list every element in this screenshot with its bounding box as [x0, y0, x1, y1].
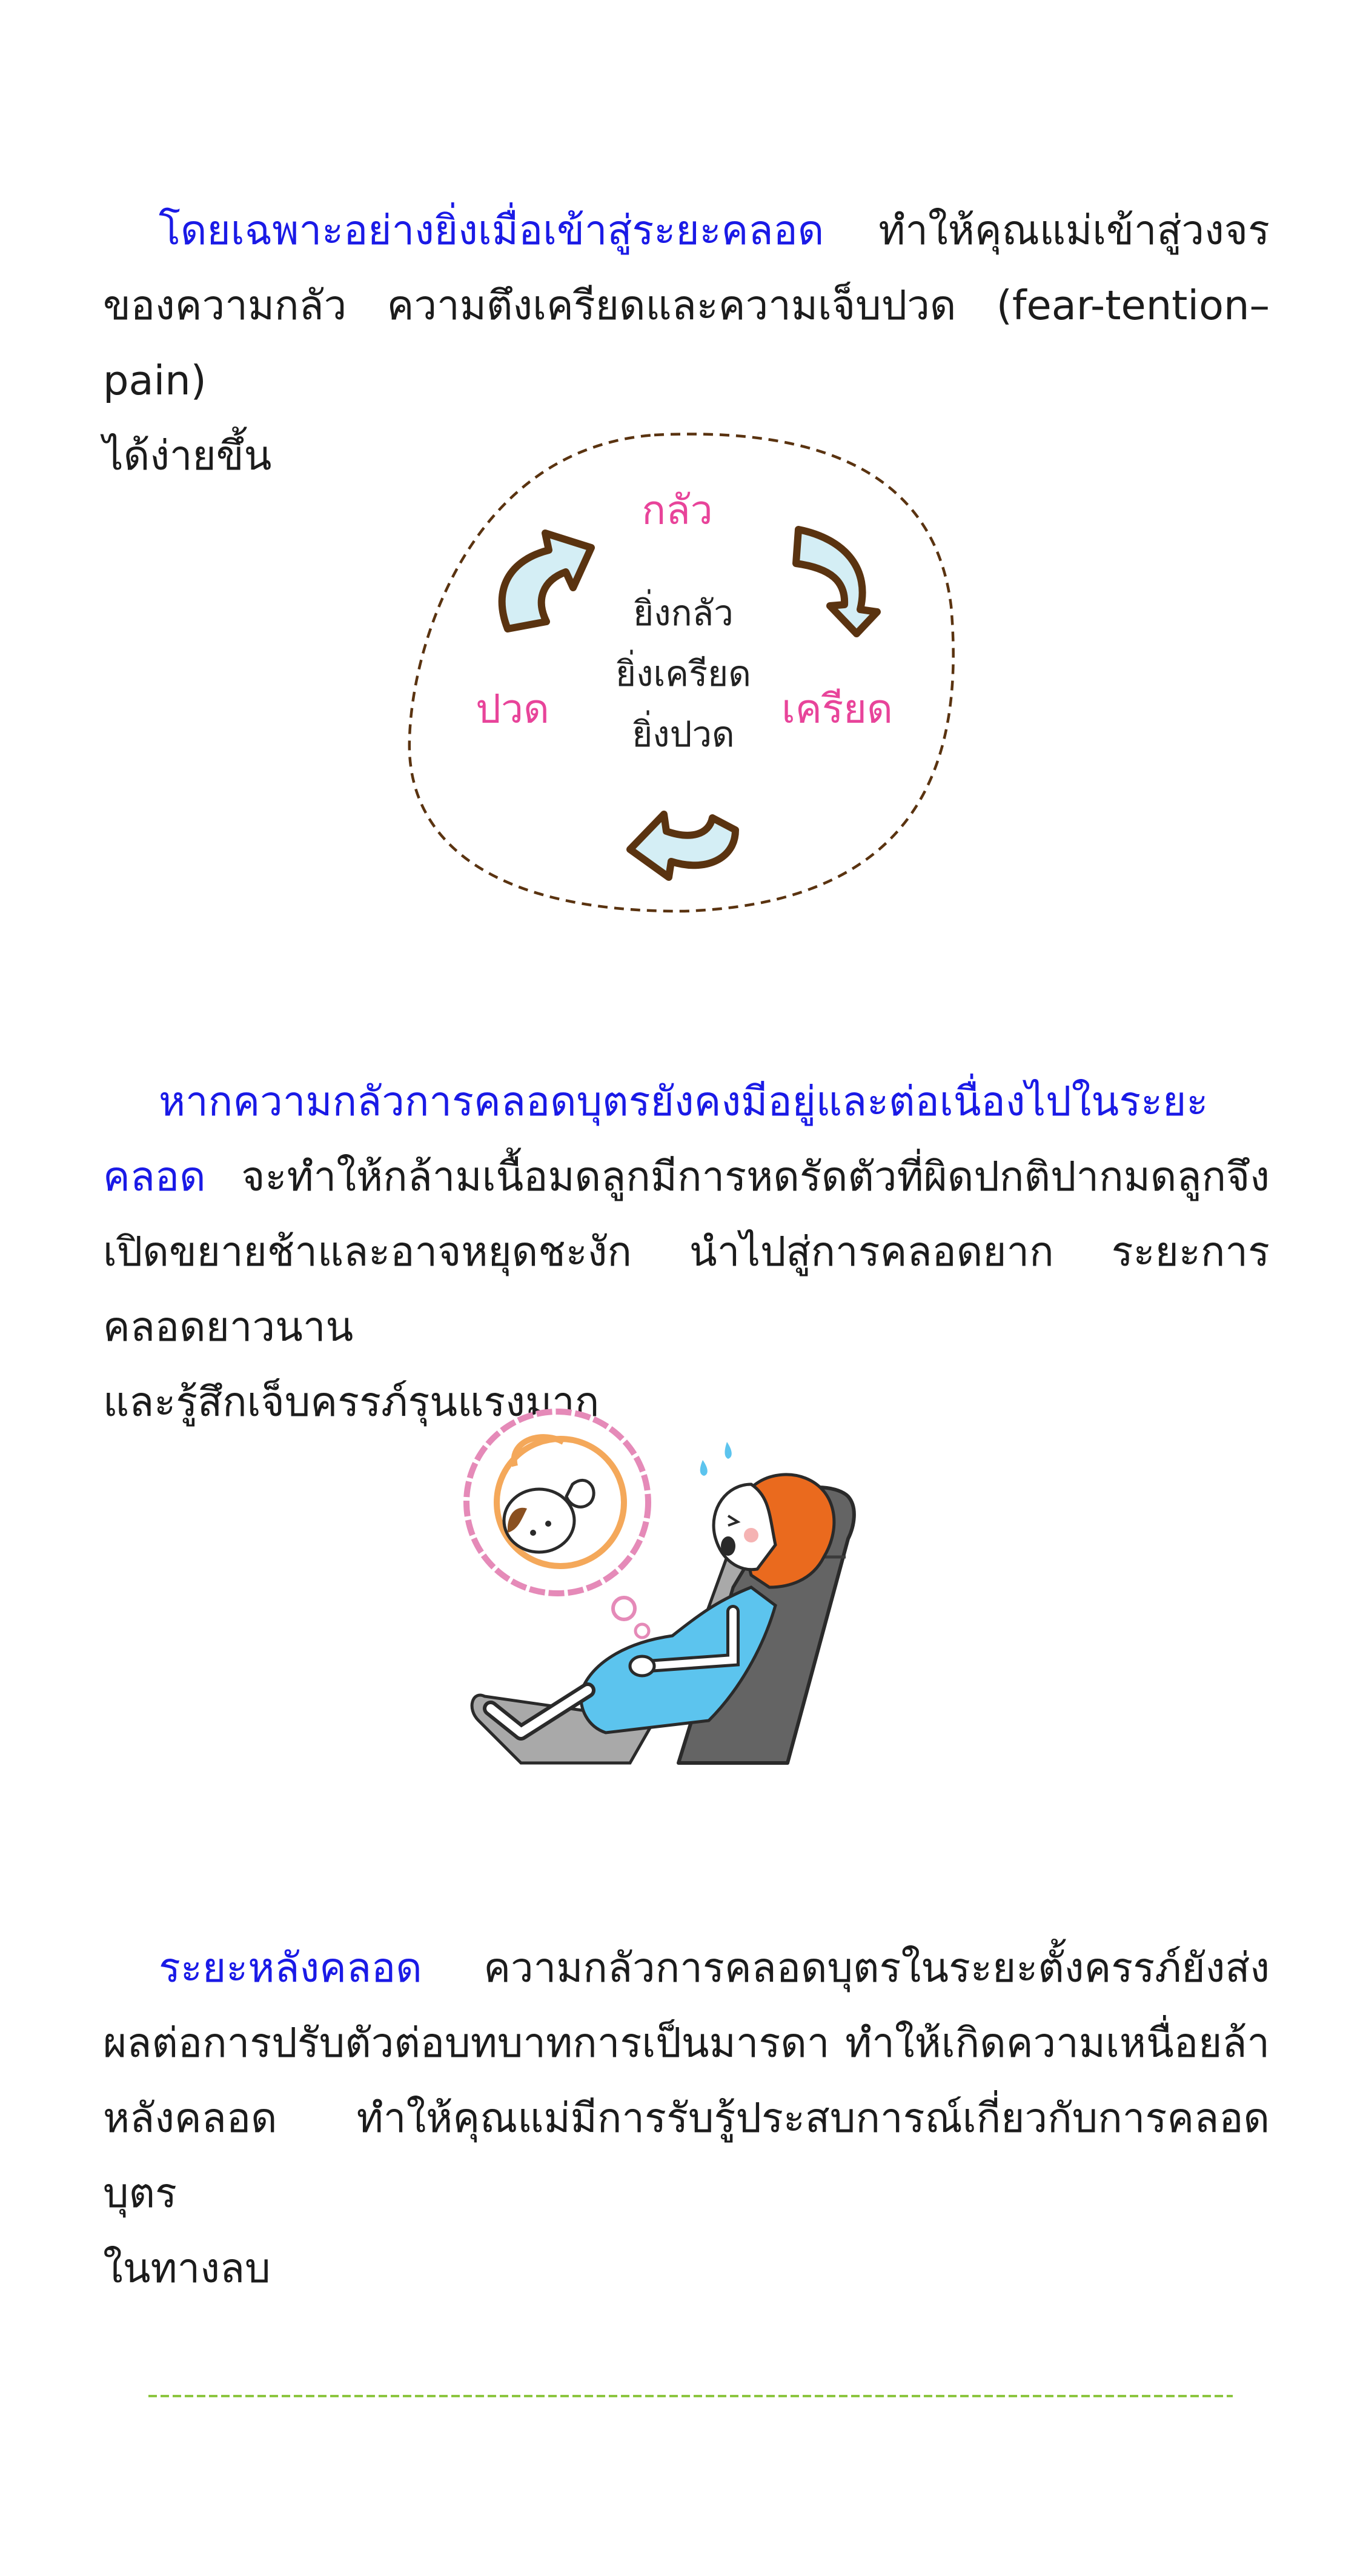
paragraph-fear-cycle-intro: โดยเฉพาะอย่างยิ่งเมื่อเข้าสู่ระยะคลอด ทำ… — [103, 193, 1270, 493]
paragraph-postpartum: ระยะหลังคลอด ความกลัวการคลอดบุตรในระยะตั… — [103, 1930, 1270, 2306]
cycle-center-text: ยิ่งกลัว ยิ่งเครียด ยิ่งปวด — [615, 583, 751, 765]
cycle-label-fear: กลัว — [642, 486, 713, 534]
dashed-divider — [148, 2395, 1233, 2397]
cycle-arrow-top-to-right-icon — [792, 526, 881, 637]
cycle-center-line: ยิ่งเครียด — [615, 653, 751, 694]
cycle-center-line: ยิ่งกลัว — [633, 593, 734, 634]
paragraph-fear-during-labor: หากความกลัวการคลอดบุตรยังคงมีอยู่และต่อเ… — [103, 1064, 1270, 1439]
cycle-label-tension: เครียด — [781, 685, 893, 732]
cycle-arrow-right-to-left-icon — [626, 811, 739, 881]
highlight-postpartum: ระยะหลังคลอด — [159, 1944, 422, 1991]
highlight-labor-stage: โดยเฉพาะอย่างยิ่งเมื่อเข้าสู่ระยะคลอด — [159, 207, 824, 254]
cycle-arrow-left-to-top-icon — [498, 529, 595, 632]
woman-in-labor-illustration — [463, 1409, 856, 1765]
cycle-label-pain: ปวด — [476, 685, 549, 732]
paragraph-last-line: ในทางลบ — [103, 2245, 271, 2292]
cycle-center-line: ยิ่งปวด — [632, 714, 735, 755]
paragraph-body: จะทำให้กล้ามเนื้อมดลูกมีการหดรัดตัวที่ผิ… — [103, 1153, 1270, 1350]
